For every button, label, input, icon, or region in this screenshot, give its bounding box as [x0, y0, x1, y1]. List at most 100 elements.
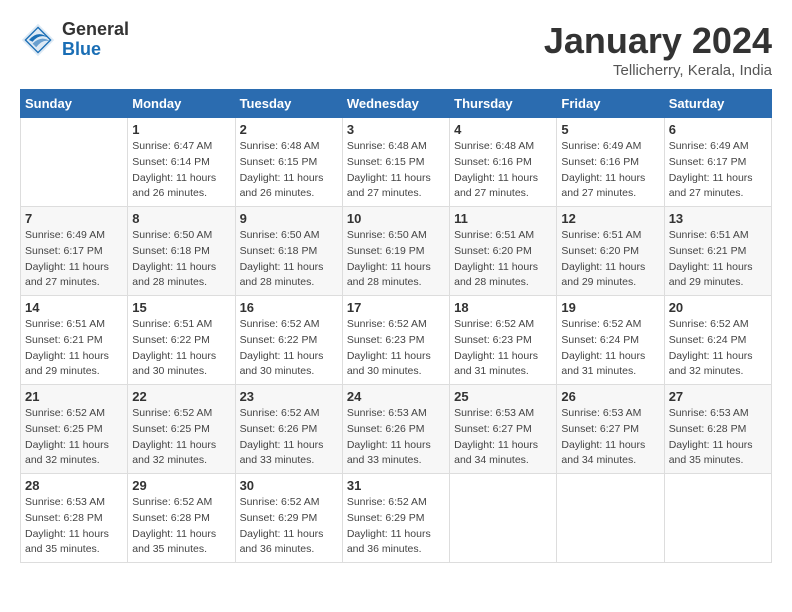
- day-detail: Sunrise: 6:49 AM Sunset: 6:17 PM Dayligh…: [669, 139, 767, 202]
- day-detail: Sunrise: 6:47 AM Sunset: 6:14 PM Dayligh…: [132, 139, 230, 202]
- day-number: 27: [669, 389, 767, 404]
- header-cell-friday: Friday: [557, 90, 664, 118]
- day-cell: 13Sunrise: 6:51 AM Sunset: 6:21 PM Dayli…: [664, 207, 771, 296]
- day-number: 16: [240, 300, 338, 315]
- day-number: 17: [347, 300, 445, 315]
- day-number: 24: [347, 389, 445, 404]
- day-detail: Sunrise: 6:53 AM Sunset: 6:28 PM Dayligh…: [25, 495, 123, 558]
- day-cell: 21 Sunrise: 6:52 AM Sunset: 6:25 PM Dayli…: [21, 385, 128, 474]
- day-detail: Sunrise: 6:52 AM Sunset: 6:25 PM Dayligh…: [132, 406, 230, 469]
- week-row: 28 Sunrise: 6:53 AM Sunset: 6:28 PM Dayli…: [21, 474, 772, 563]
- day-cell: 18 Sunrise: 6:52 AM Sunset: 6:23 PM Dayli…: [450, 296, 557, 385]
- day-detail: Sunrise: 6:53 AM Sunset: 6:27 PM Dayligh…: [561, 406, 659, 469]
- day-number: 7: [25, 211, 123, 226]
- day-cell: 29Sunrise: 6:52 AM Sunset: 6:28 PM Dayli…: [128, 474, 235, 563]
- day-cell: 19 Sunrise: 6:52 AM Sunset: 6:24 PM Dayli…: [557, 296, 664, 385]
- day-cell: 2 Sunrise: 6:48 AM Sunset: 6:15 PM Daylig…: [235, 118, 342, 207]
- calendar-title: January 2024: [544, 20, 772, 62]
- day-detail: Sunrise: 6:49 AM Sunset: 6:16 PM Dayligh…: [561, 139, 659, 202]
- day-number: 2: [240, 122, 338, 137]
- day-detail: Sunrise: 6:50 AM Sunset: 6:19 PM Dayligh…: [347, 228, 445, 291]
- day-detail: Sunrise: 6:53 AM Sunset: 6:26 PM Dayligh…: [347, 406, 445, 469]
- day-number: 21: [25, 389, 123, 404]
- day-detail: Sunrise: 6:52 AM Sunset: 6:23 PM Dayligh…: [347, 317, 445, 380]
- logo: General Blue: [20, 20, 129, 60]
- header-cell-saturday: Saturday: [664, 90, 771, 118]
- week-row: 21 Sunrise: 6:52 AM Sunset: 6:25 PM Dayli…: [21, 385, 772, 474]
- header-row: SundayMondayTuesdayWednesdayThursdayFrid…: [21, 90, 772, 118]
- day-detail: Sunrise: 6:52 AM Sunset: 6:29 PM Dayligh…: [240, 495, 338, 558]
- day-cell: 26 Sunrise: 6:53 AM Sunset: 6:27 PM Dayli…: [557, 385, 664, 474]
- day-number: 1: [132, 122, 230, 137]
- day-number: 10: [347, 211, 445, 226]
- day-number: 26: [561, 389, 659, 404]
- day-number: 11: [454, 211, 552, 226]
- day-number: 9: [240, 211, 338, 226]
- day-detail: Sunrise: 6:52 AM Sunset: 6:22 PM Dayligh…: [240, 317, 338, 380]
- day-cell: [450, 474, 557, 563]
- calendar-subtitle: Tellicherry, Kerala, India: [544, 62, 772, 79]
- day-detail: Sunrise: 6:51 AM Sunset: 6:20 PM Dayligh…: [454, 228, 552, 291]
- day-detail: Sunrise: 6:52 AM Sunset: 6:29 PM Dayligh…: [347, 495, 445, 558]
- day-detail: Sunrise: 6:52 AM Sunset: 6:24 PM Dayligh…: [561, 317, 659, 380]
- day-detail: Sunrise: 6:52 AM Sunset: 6:26 PM Dayligh…: [240, 406, 338, 469]
- day-number: 4: [454, 122, 552, 137]
- day-cell: [664, 474, 771, 563]
- day-cell: 15 Sunrise: 6:51 AM Sunset: 6:22 PM Dayli…: [128, 296, 235, 385]
- day-cell: 14Sunrise: 6:51 AM Sunset: 6:21 PM Dayli…: [21, 296, 128, 385]
- day-detail: Sunrise: 6:51 AM Sunset: 6:21 PM Dayligh…: [25, 317, 123, 380]
- day-cell: [21, 118, 128, 207]
- day-number: 29: [132, 478, 230, 493]
- day-cell: 1 Sunrise: 6:47 AM Sunset: 6:14 PM Daylig…: [128, 118, 235, 207]
- day-detail: Sunrise: 6:52 AM Sunset: 6:25 PM Dayligh…: [25, 406, 123, 469]
- week-row: 1 Sunrise: 6:47 AM Sunset: 6:14 PM Daylig…: [21, 118, 772, 207]
- day-number: 6: [669, 122, 767, 137]
- header-cell-thursday: Thursday: [450, 90, 557, 118]
- day-cell: 17 Sunrise: 6:52 AM Sunset: 6:23 PM Dayli…: [342, 296, 449, 385]
- day-detail: Sunrise: 6:48 AM Sunset: 6:15 PM Dayligh…: [240, 139, 338, 202]
- day-detail: Sunrise: 6:52 AM Sunset: 6:24 PM Dayligh…: [669, 317, 767, 380]
- day-cell: 12Sunrise: 6:51 AM Sunset: 6:20 PM Dayli…: [557, 207, 664, 296]
- day-detail: Sunrise: 6:50 AM Sunset: 6:18 PM Dayligh…: [132, 228, 230, 291]
- header: General Blue January 2024 Tellicherry, K…: [20, 20, 772, 79]
- day-detail: Sunrise: 6:53 AM Sunset: 6:28 PM Dayligh…: [669, 406, 767, 469]
- day-detail: Sunrise: 6:51 AM Sunset: 6:21 PM Dayligh…: [669, 228, 767, 291]
- header-cell-sunday: Sunday: [21, 90, 128, 118]
- calendar-header: SundayMondayTuesdayWednesdayThursdayFrid…: [21, 90, 772, 118]
- day-cell: 24 Sunrise: 6:53 AM Sunset: 6:26 PM Dayli…: [342, 385, 449, 474]
- day-number: 31: [347, 478, 445, 493]
- day-cell: 20Sunrise: 6:52 AM Sunset: 6:24 PM Dayli…: [664, 296, 771, 385]
- day-cell: 8Sunrise: 6:50 AM Sunset: 6:18 PM Daylig…: [128, 207, 235, 296]
- day-cell: 6 Sunrise: 6:49 AM Sunset: 6:17 PM Daylig…: [664, 118, 771, 207]
- header-cell-monday: Monday: [128, 90, 235, 118]
- logo-icon: [20, 22, 56, 58]
- day-detail: Sunrise: 6:51 AM Sunset: 6:20 PM Dayligh…: [561, 228, 659, 291]
- day-number: 15: [132, 300, 230, 315]
- day-cell: 5 Sunrise: 6:49 AM Sunset: 6:16 PM Daylig…: [557, 118, 664, 207]
- day-detail: Sunrise: 6:52 AM Sunset: 6:23 PM Dayligh…: [454, 317, 552, 380]
- calendar-body: 1 Sunrise: 6:47 AM Sunset: 6:14 PM Daylig…: [21, 118, 772, 563]
- day-number: 5: [561, 122, 659, 137]
- day-number: 25: [454, 389, 552, 404]
- day-number: 18: [454, 300, 552, 315]
- day-number: 19: [561, 300, 659, 315]
- day-detail: Sunrise: 6:51 AM Sunset: 6:22 PM Dayligh…: [132, 317, 230, 380]
- day-number: 22: [132, 389, 230, 404]
- day-cell: 10 Sunrise: 6:50 AM Sunset: 6:19 PM Dayli…: [342, 207, 449, 296]
- day-cell: 9 Sunrise: 6:50 AM Sunset: 6:18 PM Daylig…: [235, 207, 342, 296]
- day-number: 28: [25, 478, 123, 493]
- logo-text: General Blue: [62, 20, 129, 60]
- header-cell-tuesday: Tuesday: [235, 90, 342, 118]
- day-detail: Sunrise: 6:50 AM Sunset: 6:18 PM Dayligh…: [240, 228, 338, 291]
- day-cell: 25 Sunrise: 6:53 AM Sunset: 6:27 PM Dayli…: [450, 385, 557, 474]
- day-number: 23: [240, 389, 338, 404]
- day-detail: Sunrise: 6:53 AM Sunset: 6:27 PM Dayligh…: [454, 406, 552, 469]
- day-cell: 28 Sunrise: 6:53 AM Sunset: 6:28 PM Dayli…: [21, 474, 128, 563]
- day-cell: 30 Sunrise: 6:52 AM Sunset: 6:29 PM Dayli…: [235, 474, 342, 563]
- day-cell: 11 Sunrise: 6:51 AM Sunset: 6:20 PM Dayli…: [450, 207, 557, 296]
- calendar-table: SundayMondayTuesdayWednesdayThursdayFrid…: [20, 89, 772, 563]
- day-number: 30: [240, 478, 338, 493]
- week-row: 14Sunrise: 6:51 AM Sunset: 6:21 PM Dayli…: [21, 296, 772, 385]
- day-cell: 31 Sunrise: 6:52 AM Sunset: 6:29 PM Dayli…: [342, 474, 449, 563]
- day-number: 3: [347, 122, 445, 137]
